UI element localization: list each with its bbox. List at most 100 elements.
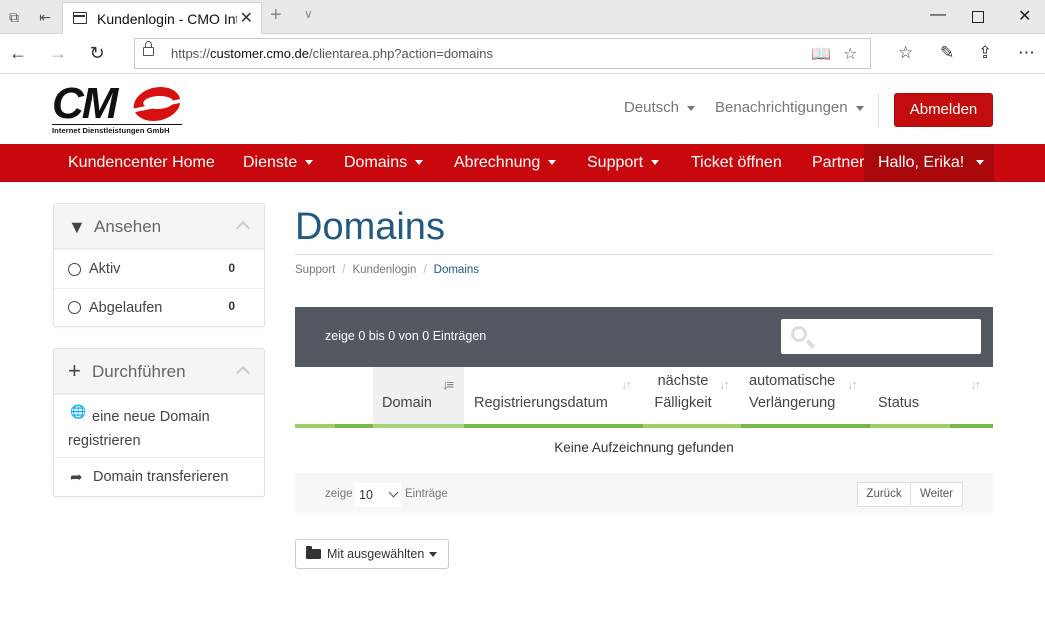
nav-home[interactable]: Kundencenter Home [68,144,215,182]
action-transfer-domain[interactable]: ➦ Domain transferieren [54,457,264,496]
page-icon [73,12,87,24]
tab-actions-icon[interactable]: ⧉ [5,8,23,26]
reading-view-icon[interactable]: 📖 [811,44,831,64]
caret-down-icon [855,105,864,111]
filter-count: 0 [228,261,235,275]
prev-page-button[interactable]: Zurück [857,482,911,507]
nav-partner[interactable]: Partner [812,144,864,182]
sort-icon: ↓↑ [621,377,632,392]
refresh-icon[interactable]: ↻ [86,43,108,64]
next-page-button[interactable]: Weiter [910,482,963,507]
caret-down-icon [305,160,314,166]
page-title: Domains [295,206,445,248]
notifications-dropdown[interactable]: Benachrichtigungen [715,99,864,116]
breadcrumb-support[interactable]: Support [295,264,335,276]
radio-icon [68,263,81,276]
page-length-select[interactable]: 10 [355,483,401,507]
bulk-action-button[interactable]: Mit ausgewählten [295,539,449,569]
filter-label: Aktiv [89,261,121,277]
column-status[interactable]: Status ↓↑ [870,367,993,425]
caret-down-icon [415,160,424,166]
url-text: https://customer.cmo.de/clientarea.php?a… [171,46,493,61]
favorites-list-icon[interactable]: ☆ [898,43,913,63]
nav-billing[interactable]: Abrechnung [454,144,557,182]
filter-icon: ▼ [68,217,86,237]
sort-icon: ↓↑ [847,377,858,392]
title-divider [295,254,993,255]
filter-count: 0 [228,299,235,313]
radio-icon [68,301,81,314]
url-field[interactable]: https://customer.cmo.de/clientarea.php?a… [134,38,871,69]
column-domain[interactable]: Domain ↓≡ [373,367,464,425]
nav-user-menu[interactable]: Hallo, Erika! [864,144,994,182]
main-nav: Kundencenter Home Dienste Domains Abrech… [0,144,1045,182]
new-tab-icon[interactable]: + [270,4,282,27]
entries-label: Einträge [405,488,448,500]
column-auto-renewal[interactable]: automatische Verlängerung ↓↑ [741,367,870,425]
view-panel-title: Ansehen [94,217,162,236]
view-filter-panel: ▼ Ansehen Aktiv 0 Abgelaufen 0 [53,203,265,327]
chevron-down-icon [388,487,399,498]
action-label: Domain transferieren [93,469,229,485]
minimize-icon[interactable]: — [930,6,946,24]
table-header: Domain ↓≡ Registrierungsdatum ↓↑ nächste… [295,367,993,425]
action-register-domain[interactable]: 🌐 eine neue Domain registrieren [54,394,264,457]
logo-o-mark [130,87,184,121]
back-icon[interactable]: ← [7,43,29,64]
close-window-icon[interactable]: ✕ [1018,6,1031,26]
tabs-dropdown-icon[interactable]: ∨ [304,7,313,21]
table-search-input[interactable] [781,319,981,354]
share-icon[interactable]: ⇪ [978,43,992,63]
column-next-due[interactable]: nächste Fälligkeit ↓↑ [643,367,741,425]
plus-icon: + [68,358,81,383]
action-label: eine neue Domain registrieren [68,409,210,449]
close-tab-icon[interactable]: ✕ [240,8,253,28]
caret-down-icon [976,160,985,166]
browser-tab[interactable]: Kundenlogin - CMO Internet Dienstleistun… [62,2,262,34]
caret-down-icon [429,552,438,558]
empty-table-message: Keine Aufzeichnung gefunden [554,440,734,455]
logo-text: CM [52,79,118,128]
cmo-logo[interactable]: CM Internet Dienstleistungen GmbH [52,79,184,135]
pen-icon[interactable]: ✎ [940,43,954,63]
folder-open-icon [306,546,321,559]
header-divider [878,93,879,127]
filter-active[interactable]: Aktiv 0 [54,249,264,288]
breadcrumb: Support / Kundenlogin / Domains [295,264,480,276]
breadcrumb-client-login[interactable]: Kundenlogin [352,264,416,276]
nav-domains[interactable]: Domains [344,144,424,182]
favorite-star-icon[interactable]: ☆ [843,44,857,64]
logo-subtitle: Internet Dienstleistungen GmbH [52,124,182,135]
chevron-up-icon[interactable] [235,365,251,381]
table-info: zeige 0 bis 0 von 0 Einträgen [325,329,487,343]
sort-asc-icon: ↓≡ [442,377,454,392]
actions-panel-header[interactable]: + Durchführen [54,349,264,394]
actions-panel: + Durchführen 🌐 eine neue Domain registr… [53,348,265,497]
breadcrumb-domains: Domains [433,264,480,276]
forward-icon[interactable]: → [47,43,69,64]
sort-icon: ↓↑ [719,377,730,392]
tab-title: Kundenlogin - CMO Internet Dienstleistun… [97,11,237,27]
caret-down-icon [548,160,557,166]
filter-label: Abgelaufen [89,300,163,316]
nav-support[interactable]: Support [587,144,660,182]
column-registration-date[interactable]: Registrierungsdatum ↓↑ [464,367,643,425]
maximize-icon[interactable] [972,11,984,23]
sort-icon: ↓↑ [970,377,981,392]
show-label: zeige [325,488,353,500]
set-aside-tabs-icon[interactable]: ⇤ [36,8,54,26]
filter-expired[interactable]: Abgelaufen 0 [54,288,264,326]
chevron-up-icon[interactable] [235,220,251,236]
caret-down-icon [687,105,696,111]
view-panel-header[interactable]: ▼ Ansehen [54,204,264,249]
nav-open-ticket[interactable]: Ticket öffnen [691,144,782,182]
search-icon [791,326,807,342]
language-dropdown[interactable]: Deutsch [624,99,696,116]
more-icon[interactable]: ⋯ [1018,43,1035,63]
site-header: CM Internet Dienstleistungen GmbH Deutsc… [0,75,1045,144]
logout-button[interactable]: Abmelden [894,93,993,127]
nav-services[interactable]: Dienste [243,144,314,182]
lock-icon [143,41,154,56]
column-select [295,367,373,425]
table-footer: zeige 10 Einträge Zurück Weiter [295,473,993,513]
